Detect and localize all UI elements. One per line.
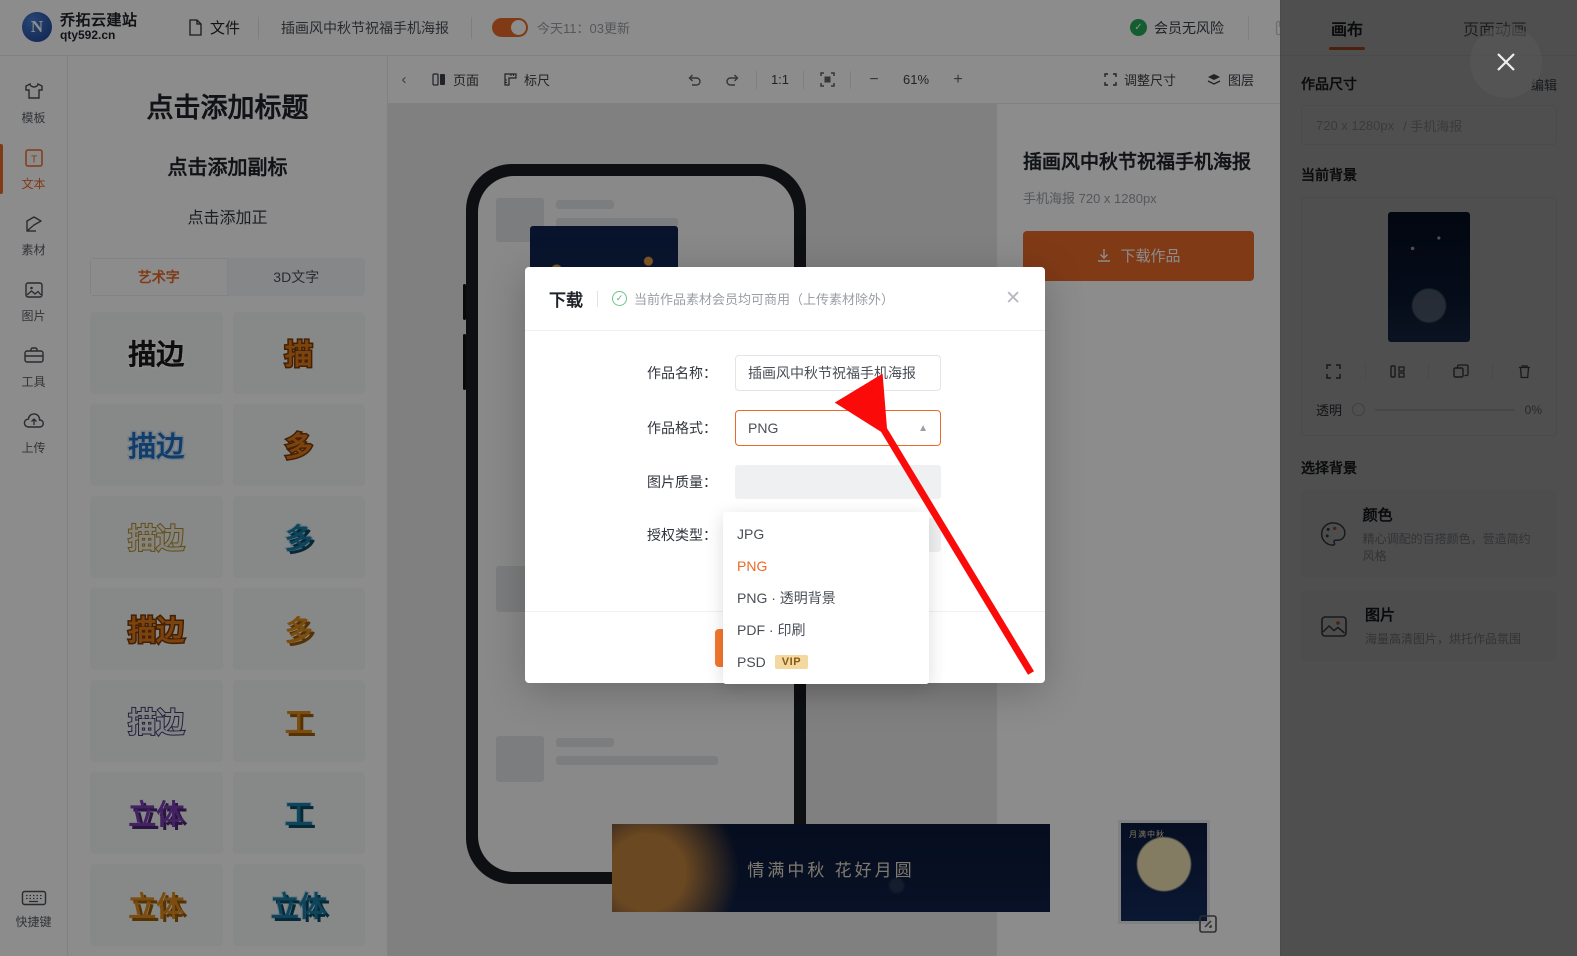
work-format-value: PNG [748, 420, 779, 436]
work-format-select[interactable]: PNG ▲ [735, 410, 941, 446]
format-option-label: PNG [737, 558, 768, 574]
format-option-jpg[interactable]: JPG [723, 518, 929, 550]
close-overlay-button[interactable] [1470, 26, 1542, 98]
check-icon: ✓ [612, 291, 627, 306]
field-image-quality: 图片质量： [525, 465, 1045, 499]
chevron-up-icon: ▲ [918, 422, 928, 434]
format-option-label: PNG · 透明背景 [737, 590, 836, 606]
field-work-name: 作品名称： 插画风中秋节祝福手机海报 [525, 355, 1045, 391]
field-work-format: 作品格式： PNG ▲ [525, 410, 1045, 446]
format-option-label: JPG [737, 526, 765, 542]
dialog-body: 作品名称： 插画风中秋节祝福手机海报 作品格式： PNG ▲ 图片质量： 授权类… [525, 331, 1045, 684]
divider [597, 290, 598, 307]
image-quality-control[interactable] [735, 465, 941, 499]
dialog-note-text: 当前作品素材会员均可商用（上传素材除外） [634, 292, 895, 307]
format-dropdown-menu: JPG PNG PNG · 透明背景 PDF · 印刷 PSD VIP [723, 512, 929, 684]
format-option-png[interactable]: PNG [723, 550, 929, 582]
format-option-psd[interactable]: PSD VIP [723, 646, 929, 678]
download-dialog: 下载 ✓ 当前作品素材会员均可商用（上传素材除外） ✕ 作品名称： 插画风中秋节… [525, 267, 1045, 684]
dialog-header: 下载 ✓ 当前作品素材会员均可商用（上传素材除外） ✕ [525, 267, 1045, 331]
format-option-label: PDF · 印刷 [737, 622, 806, 638]
work-format-label: 作品格式： [647, 420, 717, 436]
work-name-label: 作品名称： [647, 365, 717, 381]
license-type-label: 授权类型： [647, 527, 717, 543]
work-name-input[interactable]: 插画风中秋节祝福手机海报 [735, 355, 941, 391]
dialog-title: 下载 [549, 291, 583, 310]
format-option-pdf-print[interactable]: PDF · 印刷 [723, 614, 929, 646]
image-quality-label: 图片质量： [647, 474, 717, 490]
dialog-note: ✓ 当前作品素材会员均可商用（上传素材除外） [612, 289, 894, 308]
format-option-label: PSD [737, 654, 766, 670]
close-icon [1497, 53, 1515, 71]
format-option-png-transparent[interactable]: PNG · 透明背景 [723, 582, 929, 614]
dialog-close-button[interactable]: ✕ [1005, 289, 1021, 308]
vip-badge: VIP [774, 655, 809, 669]
app-root: N 乔拓云建站 qty592.cn 文件 插画风中秋节祝福手机海报 今天11：0… [0, 0, 1577, 956]
